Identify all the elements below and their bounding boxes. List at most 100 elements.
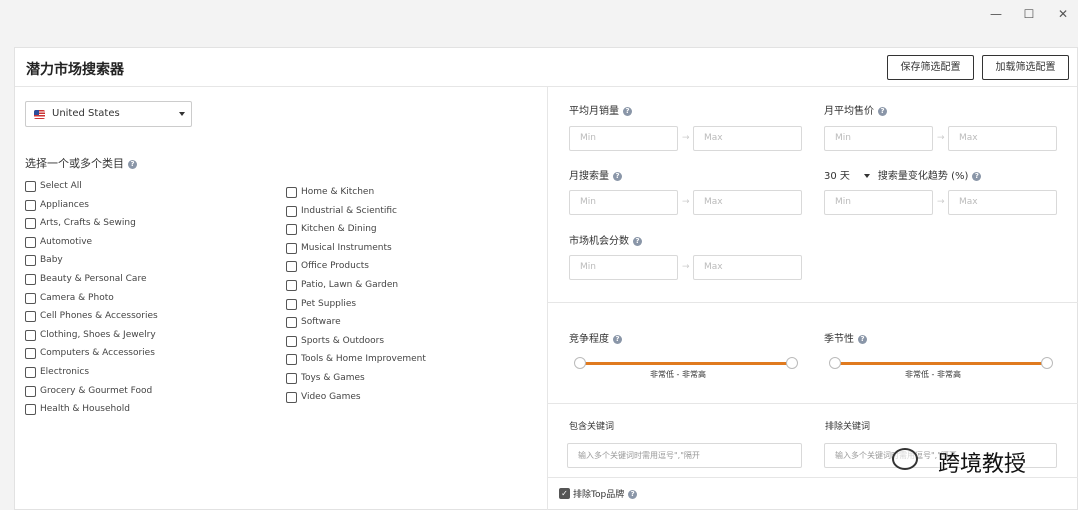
include-keywords-input[interactable]: 输入多个关键词时需用逗号","隔开 — [567, 443, 802, 468]
opportunity-score-max-input[interactable]: Max — [693, 255, 802, 280]
section-divider — [548, 302, 1078, 303]
avg-monthly-sales-max-input[interactable]: Max — [693, 126, 802, 151]
main-panel: 潜力市场搜索器 保存筛选配置 加载筛选配置 United States 选择一个… — [14, 47, 1078, 510]
include-keywords-label: 包含关键词 — [569, 422, 615, 432]
save-config-button[interactable]: 保存筛选配置 — [887, 55, 974, 80]
days-select[interactable]: 30 天 — [824, 171, 850, 182]
category-checkbox[interactable] — [25, 199, 36, 211]
category-checkbox[interactable] — [25, 255, 36, 267]
seasonality-slider-low-handle[interactable] — [829, 357, 841, 369]
category-label: Beauty & Personal Care — [40, 273, 147, 284]
category-label: Home & Kitchen — [301, 187, 375, 197]
competition-range-text: 非常低 - 非常高 — [650, 370, 706, 379]
exclude-top-brand-text: 排除Top品牌 — [573, 490, 625, 500]
category-label: Industrial & Scientific — [301, 205, 397, 216]
category-checkbox[interactable] — [286, 261, 297, 273]
maximize-icon[interactable]: ☐ — [1015, 4, 1043, 24]
seasonality-text: 季节性 — [824, 334, 854, 345]
country-label: United States — [52, 108, 120, 119]
category-label: Select All — [40, 181, 82, 191]
category-checkbox[interactable] — [286, 242, 297, 254]
range-arrow-icon: → — [937, 197, 945, 207]
category-checkbox[interactable] — [25, 385, 36, 397]
load-config-button[interactable]: 加载筛选配置 — [982, 55, 1069, 80]
help-icon[interactable]: ? — [613, 335, 622, 344]
avg-monthly-sales-label: 平均月销量? — [569, 102, 632, 117]
help-icon[interactable]: ? — [633, 237, 642, 246]
category-label: Grocery & Gourmet Food — [40, 385, 153, 396]
competition-slider-low-handle[interactable] — [574, 357, 586, 369]
minimize-icon[interactable]: — — [982, 4, 1010, 24]
help-icon[interactable]: ? — [972, 172, 982, 181]
category-checkbox[interactable] — [25, 181, 36, 192]
category-label: Clothing, Shoes & Jewelry — [40, 329, 156, 340]
chevron-down-icon[interactable] — [863, 173, 870, 178]
category-checkbox[interactable] — [286, 298, 297, 310]
avg-monthly-price-max-input[interactable]: Max — [948, 126, 1057, 151]
category-checkbox[interactable] — [25, 273, 36, 285]
category-checkbox[interactable] — [286, 391, 297, 403]
category-label: Camera & Photo — [40, 292, 114, 303]
seasonality-range-text: 非常低 - 非常高 — [905, 370, 961, 379]
competition-slider-track[interactable] — [580, 362, 792, 365]
category-label: Video Games — [301, 391, 361, 402]
category-checkbox[interactable] — [286, 372, 297, 384]
category-label: Tools & Home Improvement — [301, 354, 426, 365]
panel-header: 潜力市场搜索器 保存筛选配置 加载筛选配置 — [15, 48, 1077, 87]
category-checkbox[interactable] — [25, 292, 36, 304]
country-select[interactable]: United States — [25, 101, 192, 127]
category-checkbox[interactable] — [25, 236, 36, 248]
exclude-top-brand-checkbox[interactable]: ✓ — [559, 488, 570, 499]
category-checkbox[interactable] — [25, 218, 36, 230]
category-checkbox[interactable] — [25, 329, 36, 341]
category-label: Arts, Crafts & Sewing — [40, 218, 136, 229]
help-icon[interactable]: ? — [613, 172, 622, 181]
category-label: Pet Supplies — [301, 298, 357, 309]
category-checkbox[interactable] — [286, 317, 297, 329]
category-label: Kitchen & Dining — [301, 224, 377, 235]
category-checkbox[interactable] — [286, 354, 297, 366]
competition-text: 竞争程度 — [569, 334, 609, 345]
category-checkbox[interactable] — [25, 366, 36, 378]
category-label: Software — [301, 317, 341, 328]
search-trend-max-input[interactable]: Max — [948, 190, 1057, 215]
help-icon[interactable]: ? — [858, 335, 867, 344]
competition-label: 竞争程度? — [569, 330, 622, 345]
opportunity-score-text: 市场机会分数 — [569, 236, 629, 247]
category-checkbox[interactable] — [25, 348, 36, 360]
avg-monthly-price-min-input[interactable]: Min — [824, 126, 933, 151]
category-checkbox[interactable] — [286, 224, 297, 236]
help-icon[interactable]: ? — [623, 107, 632, 116]
watermark-text: 跨境教授 — [938, 452, 1027, 477]
category-label: Computers & Accessories — [40, 348, 155, 359]
range-arrow-icon: → — [682, 197, 690, 207]
avg-monthly-sales-min-input[interactable]: Min — [569, 126, 678, 151]
competition-slider-high-handle[interactable] — [786, 357, 798, 369]
category-checkbox[interactable] — [286, 335, 297, 347]
help-icon[interactable]: ? — [128, 160, 137, 169]
search-trend-min-input[interactable]: Min — [824, 190, 933, 215]
range-arrow-icon: → — [937, 133, 945, 143]
seasonality-slider-high-handle[interactable] — [1041, 357, 1053, 369]
category-title-text: 选择一个或多个类目 — [25, 157, 124, 170]
help-icon[interactable]: ? — [878, 107, 887, 116]
seasonality-slider-track[interactable] — [835, 362, 1047, 365]
category-checkbox[interactable] — [25, 404, 36, 416]
seasonality-label: 季节性? — [824, 330, 867, 345]
wechat-logo-icon — [892, 448, 918, 470]
monthly-search-label: 月搜索量? — [569, 167, 622, 182]
help-icon[interactable]: ? — [628, 490, 638, 499]
category-label: Health & Household — [40, 404, 130, 415]
category-checkbox[interactable] — [286, 205, 297, 217]
category-label: Appliances — [40, 199, 89, 210]
window-titlebar: — ☐ ✕ — [0, 0, 1078, 28]
category-checkbox[interactable] — [25, 311, 36, 323]
category-label: Office Products — [301, 261, 369, 272]
monthly-search-min-input[interactable]: Min — [569, 190, 678, 215]
opportunity-score-min-input[interactable]: Min — [569, 255, 678, 280]
close-icon[interactable]: ✕ — [1049, 4, 1077, 24]
category-label: Cell Phones & Accessories — [40, 311, 158, 322]
category-checkbox[interactable] — [286, 279, 297, 291]
monthly-search-max-input[interactable]: Max — [693, 190, 802, 215]
category-checkbox[interactable] — [286, 187, 297, 198]
